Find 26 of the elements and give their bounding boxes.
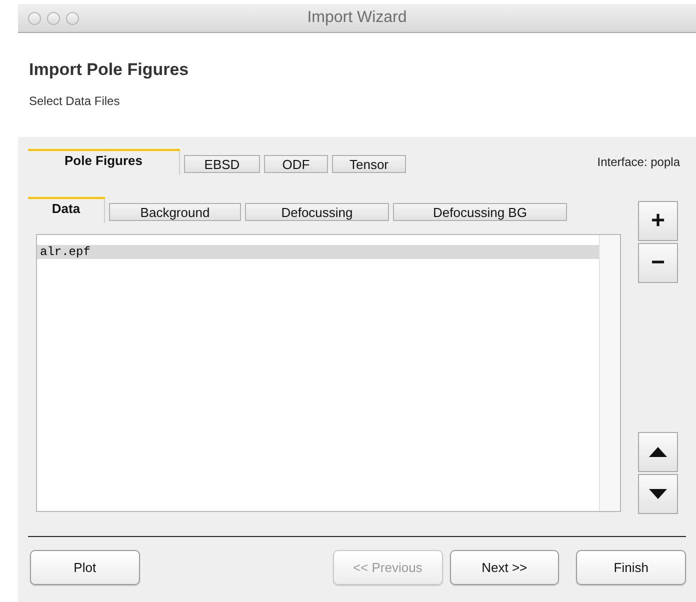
window-title: Import Wizard [307,9,407,27]
tab[interactable]: Defocussing [245,203,389,221]
window-control-icon[interactable] [28,12,41,24]
file-item[interactable]: alr.epf [37,245,599,259]
remove-button[interactable]: − [638,243,678,283]
tab[interactable]: Tensor [332,155,406,173]
move-up-button[interactable] [638,432,678,472]
wizard-button[interactable]: Next >> [450,550,560,585]
tab[interactable]: Background [109,203,241,221]
wizard-button[interactable]: Finish [576,550,686,585]
page-subtitle: Select Data Files [29,94,120,108]
tab[interactable]: EBSD [184,155,260,173]
page-title: Import Pole Figures [29,60,189,80]
move-down-button[interactable] [638,474,678,514]
tab[interactable]: Defocussing BG [393,203,567,221]
scrollbar-track[interactable] [599,235,620,511]
window-control-icon[interactable] [47,12,60,24]
tab[interactable]: Pole Figures [28,149,180,175]
tab[interactable]: Data [28,197,105,223]
interface-label: Interface: popla [597,155,680,169]
down-arrow-icon [649,489,667,499]
up-arrow-icon [649,447,667,457]
tab[interactable]: ODF [264,155,328,173]
add-button[interactable]: + [638,201,678,241]
window-control-icon[interactable] [66,12,79,24]
wizard-button[interactable]: Plot [30,550,140,585]
